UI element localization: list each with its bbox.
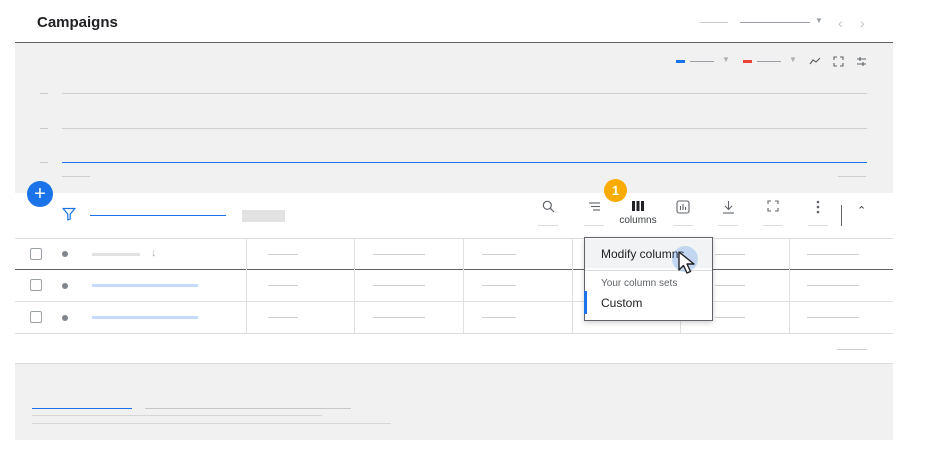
page-title: Campaigns [37, 14, 118, 31]
column-divider [463, 239, 464, 333]
download-icon [722, 201, 734, 214]
table-cell [268, 285, 298, 286]
table-header-divider [15, 269, 893, 270]
status-dot [62, 315, 68, 321]
dropdown-caret-icon[interactable]: ▼ [815, 16, 823, 25]
table-cell [715, 317, 745, 318]
filter-chip[interactable] [242, 210, 285, 222]
table-cell [807, 317, 859, 318]
campaign-name-link[interactable] [92, 316, 198, 319]
step-badge: 1 [604, 179, 627, 202]
dropdown-caret-icon[interactable]: ▼ [722, 55, 730, 64]
metric-2-swatch [743, 60, 752, 63]
footer-text [32, 415, 322, 416]
date-range-placeholder[interactable] [700, 22, 728, 23]
more-vert-icon [816, 200, 820, 214]
y-axis-tick [40, 162, 48, 163]
columns-label: columns [619, 215, 657, 226]
columns-icon [632, 201, 644, 211]
dropdown-caret-icon[interactable]: ▼ [789, 55, 797, 64]
row-divider [15, 301, 893, 302]
column-header[interactable] [482, 254, 516, 255]
plus-icon: + [34, 183, 46, 205]
chart-gridline [62, 93, 867, 94]
adjust-icon[interactable] [855, 55, 867, 67]
columns-button[interactable]: columns [614, 200, 662, 234]
table-cell [807, 285, 859, 286]
table-cell [268, 317, 298, 318]
download-button[interactable] [715, 200, 741, 230]
arrow-down-icon[interactable]: ↓ [151, 247, 157, 259]
y-axis-tick [40, 128, 48, 129]
column-divider [246, 239, 247, 333]
table-cell [373, 317, 425, 318]
pointer-cursor-icon [677, 250, 701, 281]
selected-indicator [584, 291, 587, 314]
search-button[interactable] [535, 200, 561, 230]
metric-1-select[interactable] [690, 61, 714, 62]
row-checkbox[interactable] [30, 279, 42, 291]
column-divider [572, 239, 573, 333]
y-axis-tick [40, 93, 48, 94]
column-sets-heading: Your column sets [601, 278, 678, 289]
column-header-name[interactable] [92, 253, 140, 256]
footer-text [32, 423, 391, 424]
date-range-select[interactable] [740, 22, 810, 23]
select-all-checkbox[interactable] [30, 248, 42, 260]
column-divider [789, 239, 790, 333]
expand-icon [767, 200, 779, 212]
x-axis-start-label [62, 176, 90, 177]
expand-icon[interactable] [832, 55, 844, 67]
create-button[interactable]: + [27, 181, 53, 207]
column-header[interactable] [268, 254, 298, 255]
segment-button[interactable] [581, 200, 607, 230]
chart-series-line [62, 162, 867, 163]
table-cell [715, 285, 745, 286]
table-top-border [15, 238, 893, 239]
column-divider [354, 239, 355, 333]
more-button[interactable] [805, 200, 831, 230]
column-header[interactable] [373, 254, 425, 255]
reports-icon [676, 200, 690, 214]
x-axis-end-label [838, 176, 866, 177]
footer-panel [15, 364, 893, 440]
table-cell [482, 317, 516, 318]
metric-2-select[interactable] [757, 61, 781, 62]
pagination-placeholder[interactable] [837, 349, 867, 350]
column-header[interactable] [715, 254, 745, 255]
performance-chart [15, 43, 893, 193]
reports-button[interactable] [670, 200, 696, 230]
chevron-right-icon[interactable]: › [860, 15, 865, 31]
row-checkbox[interactable] [30, 311, 42, 323]
trend-icon[interactable] [809, 55, 821, 67]
toolbar-divider [841, 205, 842, 226]
column-header[interactable] [807, 254, 859, 255]
custom-column-set-item[interactable]: Custom [601, 296, 642, 310]
chart-gridline [62, 128, 867, 129]
status-dot [62, 283, 68, 289]
search-icon [542, 200, 554, 213]
footer-text [145, 408, 351, 409]
table-cell [482, 285, 516, 286]
filter-icon[interactable] [62, 207, 76, 226]
table-bottom-border [15, 333, 893, 334]
chevron-left-icon[interactable]: ‹ [838, 15, 843, 31]
status-dot [62, 251, 68, 257]
chevron-up-icon[interactable]: ⌃ [857, 204, 866, 217]
expand-button[interactable] [760, 200, 786, 230]
filter-input[interactable] [90, 215, 226, 216]
metric-1-swatch [676, 60, 685, 63]
table-cell [373, 285, 425, 286]
footer-link[interactable] [32, 408, 132, 409]
campaign-name-link[interactable] [92, 284, 198, 287]
segment-icon [588, 202, 600, 211]
